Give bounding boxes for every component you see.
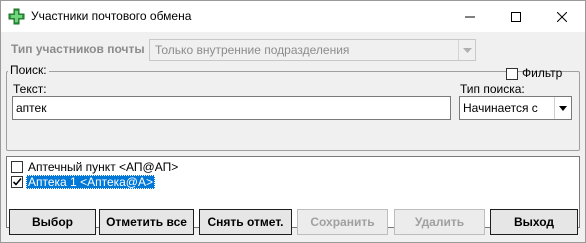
close-icon: [557, 11, 567, 22]
search-type-select[interactable]: Начинается с: [459, 96, 572, 120]
checkmark-icon: [12, 177, 22, 186]
mark-all-button[interactable]: Отметить все: [99, 209, 194, 235]
search-type-dropdown-button[interactable]: [554, 97, 571, 119]
minimize-button[interactable]: [447, 1, 493, 32]
list-item-label: Аптека 1 <Аптека@А>: [26, 175, 155, 189]
window-title: Участники почтового обмена: [31, 9, 192, 23]
chevron-down-icon: [462, 47, 472, 53]
list-item-checkbox[interactable]: [11, 161, 23, 173]
search-type-label: Тип поиска:: [460, 82, 525, 96]
minimize-icon: [465, 16, 475, 17]
title-bar[interactable]: Участники почтового обмена: [1, 1, 585, 32]
list-item[interactable]: Аптечный пункт <АП@АП>: [11, 160, 180, 174]
delete-button[interactable]: Удалить: [394, 209, 485, 235]
green-cross-icon: [8, 8, 25, 25]
close-button[interactable]: [539, 1, 585, 32]
dropdown-arrow-button[interactable]: [458, 40, 475, 60]
save-button[interactable]: Сохранить: [297, 209, 388, 235]
list-item-checkbox[interactable]: [11, 176, 23, 188]
participants-type-select[interactable]: Только внутренние подразделения: [149, 39, 476, 61]
maximize-button[interactable]: [493, 1, 539, 32]
search-text-input[interactable]: аптек: [12, 96, 451, 120]
choose-button[interactable]: Выбор: [9, 209, 96, 235]
participants-type-value: Только внутренние подразделения: [155, 43, 350, 57]
filter-checkbox[interactable]: [506, 68, 518, 80]
search-text-value: аптек: [16, 101, 47, 115]
search-group-legend: Поиск:: [8, 63, 49, 77]
maximize-icon: [511, 11, 521, 22]
dialog-window: Участники почтового обмена Тип участнико…: [0, 0, 586, 243]
list-item-label: Аптечный пункт <АП@АП>: [28, 160, 179, 174]
list-item[interactable]: Аптека 1 <Аптека@А>: [11, 175, 155, 189]
participants-type-label: Тип участников почты: [11, 42, 145, 56]
unmark-button[interactable]: Снять отмет.: [199, 209, 292, 235]
filter-label[interactable]: Фильтр: [522, 66, 562, 80]
exit-button[interactable]: Выход: [490, 209, 578, 235]
search-text-label: Текст:: [13, 82, 47, 96]
chevron-down-icon: [559, 105, 567, 111]
search-type-value: Начинается с: [463, 101, 538, 115]
